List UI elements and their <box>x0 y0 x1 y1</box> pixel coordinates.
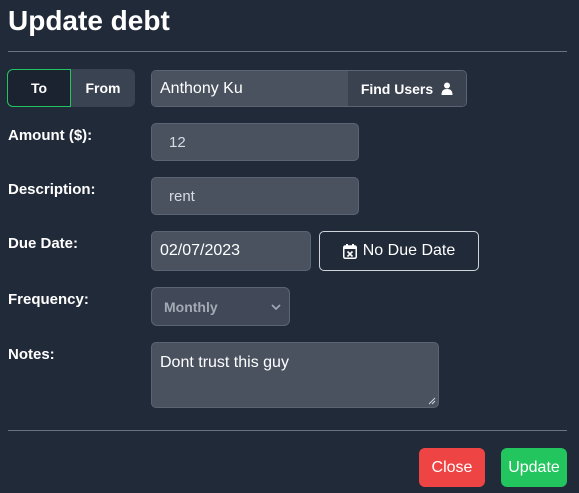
find-users-label: Find Users <box>360 80 434 97</box>
header-divider <box>8 51 567 52</box>
toggle-from-button[interactable]: From <box>71 69 135 107</box>
description-label: Description: <box>8 181 96 198</box>
update-button[interactable]: Update <box>501 448 567 487</box>
find-users-button[interactable]: Find Users <box>348 71 466 106</box>
description-input[interactable]: rent <box>151 177 359 215</box>
direction-toggle: To From <box>7 69 135 107</box>
resize-handle-icon[interactable] <box>428 397 436 405</box>
user-field-group: Anthony Ku Find Users <box>151 70 467 107</box>
footer-divider <box>8 430 567 431</box>
modal-title: Update debt <box>8 5 170 36</box>
calendar-x-icon <box>342 243 357 259</box>
frequency-select[interactable]: Monthly <box>151 287 290 326</box>
frequency-label: Frequency: <box>8 291 89 308</box>
user-icon <box>441 82 453 95</box>
chevron-down-icon <box>271 303 281 310</box>
close-button[interactable]: Close <box>419 448 485 487</box>
no-due-date-label: No Due Date <box>362 242 456 259</box>
user-input[interactable]: Anthony Ku <box>152 71 348 106</box>
due-date-input[interactable]: 02/07/2023 <box>151 231 311 271</box>
due-date-label: Due Date: <box>8 235 79 252</box>
amount-input[interactable]: 12 <box>151 123 359 161</box>
notes-label: Notes: <box>8 346 55 363</box>
toggle-to-button[interactable]: To <box>7 69 71 107</box>
notes-textarea[interactable]: Dont trust this guy <box>151 342 439 408</box>
no-due-date-button[interactable]: No Due Date <box>319 231 479 271</box>
frequency-value: Monthly <box>164 298 218 315</box>
amount-label: Amount ($): <box>8 127 93 144</box>
notes-text: Dont trust this guy <box>160 354 289 371</box>
